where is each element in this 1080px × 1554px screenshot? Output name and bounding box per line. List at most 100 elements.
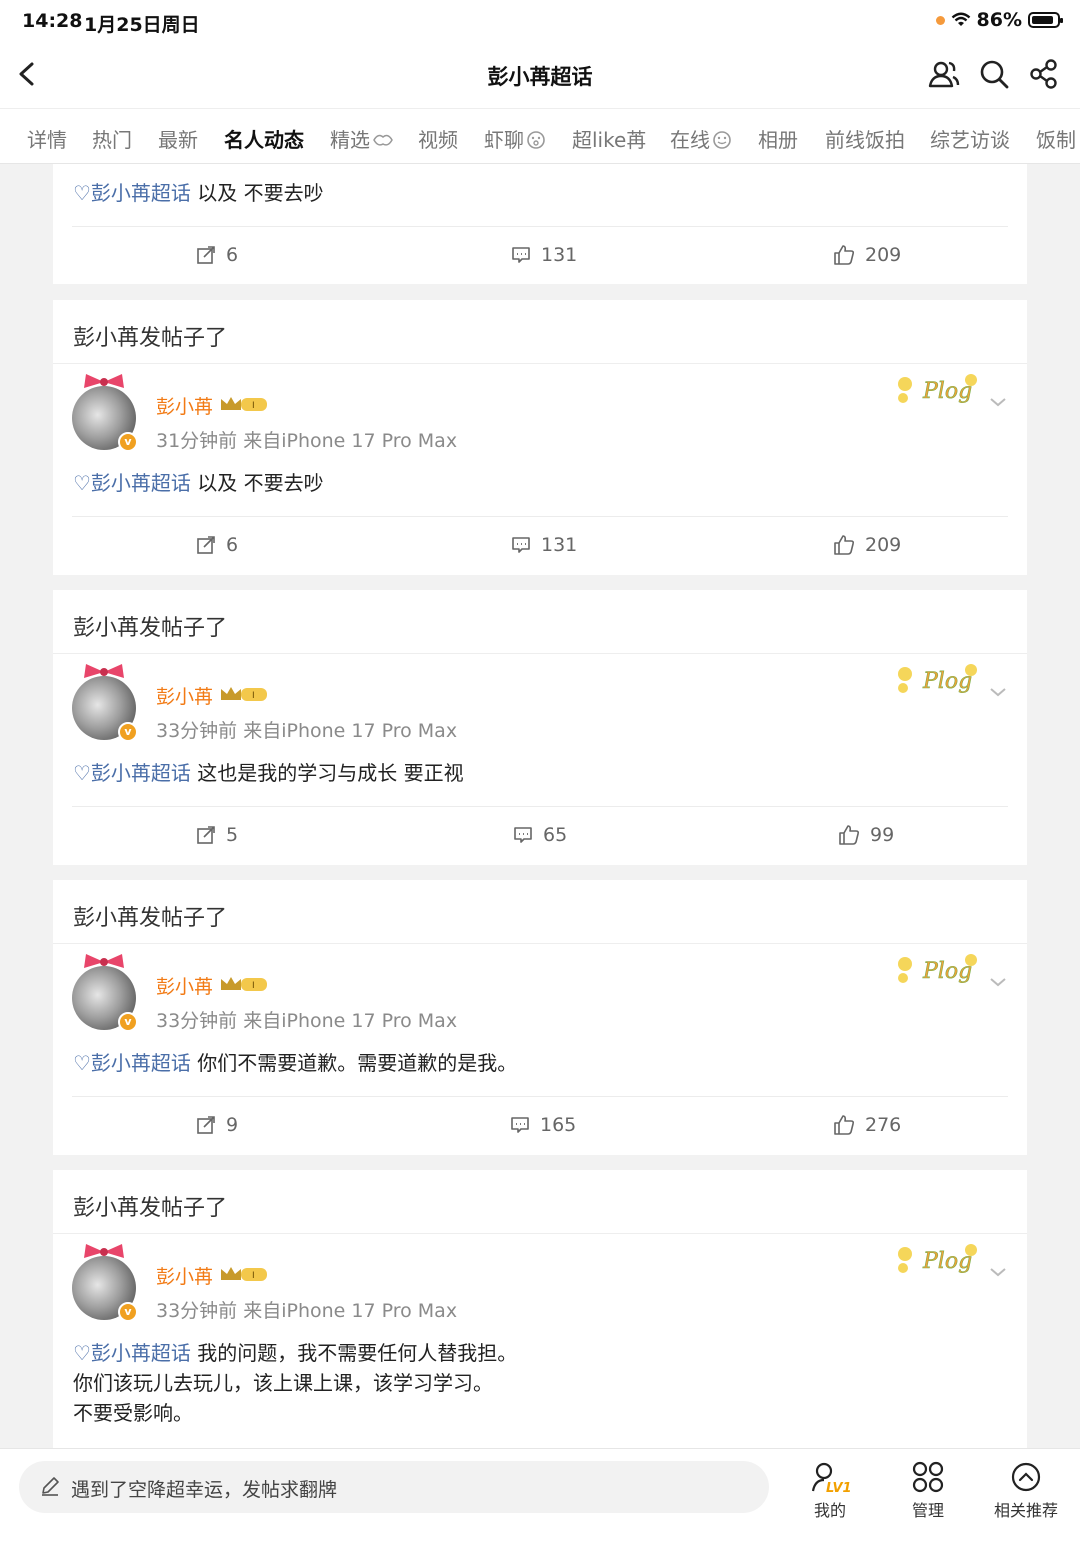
topic-link[interactable]: ♡彭小苒超话 bbox=[73, 1341, 191, 1365]
avatar[interactable]: v bbox=[72, 664, 138, 742]
verified-badge-icon: v bbox=[118, 432, 138, 452]
bow-decoration-icon bbox=[84, 664, 124, 678]
username[interactable]: 彭小苒 bbox=[156, 1262, 213, 1289]
plog-sticker-icon: Plog bbox=[898, 1244, 977, 1274]
avatar[interactable]: v bbox=[72, 1244, 138, 1322]
post-content: ♡彭小苒超话 这也是我的学习与成长 要正视 bbox=[73, 758, 1007, 788]
bow-decoration-icon bbox=[84, 374, 124, 388]
avatar[interactable]: v bbox=[72, 954, 138, 1032]
repost-button[interactable]: 5 bbox=[196, 824, 238, 846]
divider bbox=[53, 1233, 1027, 1234]
tab-chat[interactable]: 虾聊 bbox=[484, 124, 546, 153]
chevron-down-icon[interactable] bbox=[989, 396, 1007, 408]
post-content: ♡彭小苒超话 你们不需要道歉。需要道歉的是我。 bbox=[73, 1048, 1007, 1078]
tab-super-like[interactable]: 超like苒 bbox=[572, 124, 646, 153]
comment-button[interactable]: 65 bbox=[513, 824, 567, 846]
comment-icon bbox=[511, 1117, 529, 1133]
online-face-icon bbox=[713, 131, 731, 149]
search-icon[interactable] bbox=[976, 56, 1012, 92]
post-content: ♡彭小苒超话 以及 不要去吵 bbox=[73, 178, 1007, 208]
like-button[interactable]: 99 bbox=[838, 824, 894, 846]
level-badge: LV1 bbox=[826, 1481, 850, 1495]
username[interactable]: 彭小苒 bbox=[156, 682, 213, 709]
post-card[interactable]: 彭小苒发帖子了 v 彭小苒 I 33分钟前 来自iPhone 17 Pro Ma… bbox=[53, 1170, 1027, 1448]
post-text: 你们不需要道歉。需要道歉的是我。 bbox=[197, 1051, 518, 1075]
tab-chat-label: 虾聊 bbox=[484, 128, 524, 152]
tab-featured-label: 精选 bbox=[330, 128, 370, 152]
tab-online[interactable]: 在线 bbox=[670, 124, 732, 153]
repost-icon bbox=[197, 246, 215, 264]
wifi-icon bbox=[951, 12, 970, 26]
tab-album[interactable]: 相册 bbox=[758, 124, 798, 153]
comment-icon bbox=[514, 827, 532, 843]
post-card[interactable]: 彭小苒发帖子了 v 彭小苒 I 33分钟前 来自iPhone 17 Pro Ma… bbox=[53, 880, 1027, 1155]
mine-label: 我的 bbox=[813, 1501, 846, 1520]
verified-badge-icon: v bbox=[118, 1302, 138, 1322]
status-bar: 14:28 1月25日周日 86% bbox=[0, 0, 1080, 42]
thumbs-up-icon bbox=[834, 245, 855, 265]
chevron-down-icon[interactable] bbox=[989, 1266, 1007, 1278]
thumbs-up-icon bbox=[834, 1115, 855, 1135]
tab-latest[interactable]: 最新 bbox=[158, 124, 198, 153]
topic-link[interactable]: ♡彭小苒超话 bbox=[73, 761, 191, 785]
post-meta: 33分钟前 来自iPhone 17 Pro Max bbox=[156, 720, 458, 742]
topic-link[interactable]: ♡彭小苒超话 bbox=[73, 1051, 191, 1075]
status-right: 86% bbox=[935, 9, 1063, 31]
tab-front-line-photos[interactable]: 前线饭拍 bbox=[825, 124, 905, 153]
tab-featured[interactable]: 精选 bbox=[330, 124, 394, 153]
crown-badge-icon: I bbox=[221, 977, 267, 991]
comment-button[interactable]: 131 bbox=[511, 244, 577, 266]
manage-label: 管理 bbox=[911, 1501, 944, 1520]
comment-count: 131 bbox=[541, 244, 578, 266]
manage-button[interactable]: 管理 bbox=[888, 1459, 968, 1521]
username[interactable]: 彭小苒 bbox=[156, 972, 213, 999]
avatar[interactable]: v bbox=[72, 374, 138, 452]
chevron-down-icon[interactable] bbox=[989, 976, 1007, 988]
tab-fan-made[interactable]: 饭制 bbox=[1036, 124, 1076, 153]
like-count: 276 bbox=[865, 1114, 902, 1136]
chevron-down-icon[interactable] bbox=[989, 686, 1007, 698]
svg-text:Plog: Plog bbox=[922, 1249, 972, 1274]
post-card[interactable]: ♡彭小苒超话 以及 不要去吵 6 131 209 bbox=[53, 164, 1027, 284]
post-text-line: 不要受影响。 bbox=[73, 1401, 193, 1425]
card-title: 彭小苒发帖子了 bbox=[73, 616, 228, 641]
share-icon[interactable] bbox=[1026, 56, 1062, 92]
tab-video[interactable]: 视频 bbox=[418, 124, 458, 153]
members-icon[interactable] bbox=[926, 56, 962, 92]
like-button[interactable]: 209 bbox=[833, 244, 901, 266]
tab-celebrity-updates[interactable]: 名人动态 bbox=[224, 124, 304, 153]
post-text: 以及 不要去吵 bbox=[197, 181, 324, 205]
topic-link[interactable]: ♡彭小苒超话 bbox=[73, 471, 191, 495]
bow-decoration-icon bbox=[84, 1244, 124, 1258]
repost-button[interactable]: 6 bbox=[196, 244, 238, 266]
recording-dot-icon bbox=[935, 15, 945, 25]
repost-count: 6 bbox=[226, 244, 239, 266]
post-card[interactable]: 彭小苒发帖子了 v 彭小苒 I 31分钟前 来自iPhone 17 Pro Ma… bbox=[53, 300, 1027, 575]
topic-link[interactable]: ♡彭小苒超话 bbox=[73, 181, 191, 205]
tab-variety-interviews[interactable]: 综艺访谈 bbox=[930, 124, 1010, 153]
repost-button[interactable]: 6 bbox=[196, 534, 238, 556]
post-input[interactable]: 遇到了空降超幸运，发帖求翻牌 bbox=[19, 1461, 769, 1513]
post-actions: 9 165 276 bbox=[53, 1096, 1027, 1156]
verified-badge-icon: v bbox=[118, 1012, 138, 1032]
post-card[interactable]: 彭小苒发帖子了 v 彭小苒 I 33分钟前 来自iPhone 17 Pro Ma… bbox=[53, 590, 1027, 865]
like-button[interactable]: 209 bbox=[833, 534, 901, 556]
related-recommend-button[interactable]: 相关推荐 bbox=[986, 1459, 1066, 1521]
repost-button[interactable]: 9 bbox=[196, 1114, 238, 1136]
mine-button[interactable]: LV1 我的 bbox=[790, 1459, 870, 1521]
page-title: 彭小苒超话 bbox=[487, 65, 593, 89]
tab-celebrity-updates-label: 名人动态 bbox=[224, 128, 304, 152]
comment-button[interactable]: 131 bbox=[511, 534, 577, 556]
svg-text:I: I bbox=[252, 981, 255, 991]
username[interactable]: 彭小苒 bbox=[156, 392, 213, 419]
repost-icon bbox=[197, 536, 215, 554]
svg-text:Plog: Plog bbox=[922, 379, 972, 404]
grid-clover-icon bbox=[912, 1461, 944, 1493]
crown-badge-icon: I bbox=[221, 397, 267, 411]
like-button[interactable]: 276 bbox=[833, 1114, 901, 1136]
post-text-line: 你们该玩儿去玩儿，该上课上课，该学习学习。 bbox=[73, 1371, 493, 1395]
tab-details[interactable]: 详情 bbox=[27, 124, 67, 153]
tab-hot[interactable]: 热门 bbox=[92, 124, 132, 153]
header-actions bbox=[926, 56, 1062, 92]
comment-button[interactable]: 165 bbox=[510, 1114, 576, 1136]
